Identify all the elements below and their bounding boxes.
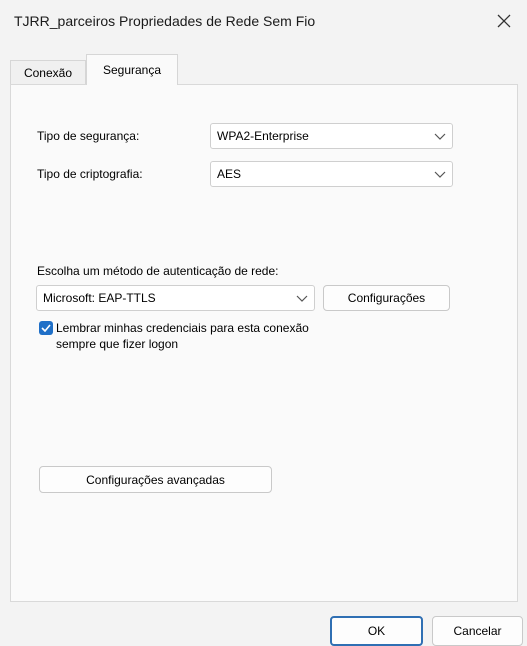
security-panel: Tipo de segurança: WPA2-Enterprise Tipo … [10, 84, 518, 602]
encryption-type-value: AES [217, 167, 242, 181]
security-type-dropdown[interactable]: WPA2-Enterprise [210, 123, 453, 149]
tab-seguranca[interactable]: Segurança [86, 54, 178, 85]
checkmark-icon [41, 324, 51, 332]
dialog-footer: OK Cancelar [0, 602, 527, 646]
title-bar: TJRR_parceiros Propriedades de Rede Sem … [0, 0, 527, 44]
chevron-down-icon [296, 295, 308, 302]
auth-settings-button[interactable]: Configurações [323, 285, 450, 311]
auth-method-dropdown[interactable]: Microsoft: EAP-TTLS [36, 285, 315, 311]
ok-button[interactable]: OK [330, 616, 423, 646]
tab-conexao[interactable]: Conexão [10, 60, 86, 84]
auth-method-value: Microsoft: EAP-TTLS [43, 291, 156, 305]
close-icon[interactable] [489, 6, 519, 36]
encryption-type-dropdown[interactable]: AES [210, 161, 453, 187]
remember-credentials-label-line2[interactable]: sempre que fizer logon [56, 336, 178, 352]
tab-strip: Conexão Segurança [10, 54, 520, 85]
remember-credentials-label-line1[interactable]: Lembrar minhas credenciais para esta con… [56, 320, 309, 336]
window-title: TJRR_parceiros Propriedades de Rede Sem … [14, 13, 316, 29]
security-type-label: Tipo de segurança: [37, 129, 140, 143]
advanced-settings-button[interactable]: Configurações avançadas [39, 466, 272, 493]
remember-credentials-checkbox[interactable] [39, 321, 53, 335]
auth-method-label: Escolha um método de autenticação de red… [37, 264, 279, 278]
cancel-button[interactable]: Cancelar [432, 616, 523, 646]
encryption-type-label: Tipo de criptografia: [37, 167, 143, 181]
chevron-down-icon [434, 133, 446, 140]
chevron-down-icon [434, 171, 446, 178]
security-type-value: WPA2-Enterprise [217, 129, 309, 143]
